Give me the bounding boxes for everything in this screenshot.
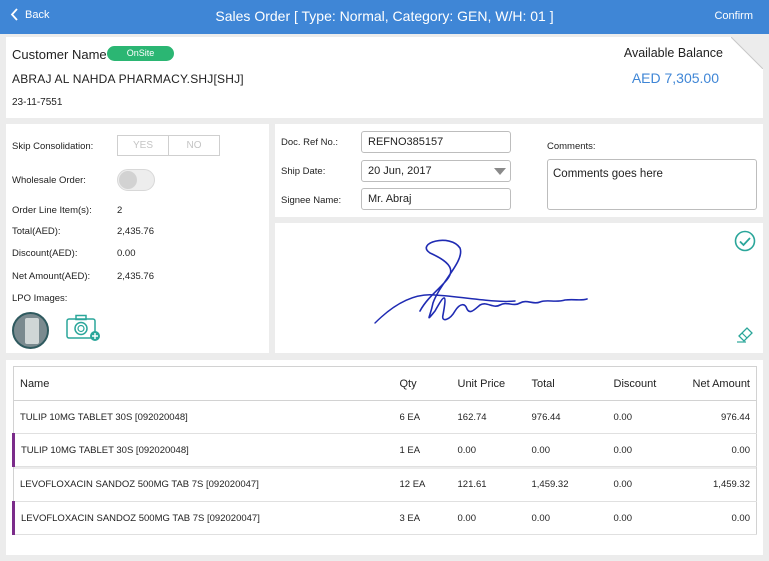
discount-label: Discount(AED): (12, 248, 78, 259)
skip-yes-option[interactable]: YES (118, 136, 168, 155)
row-unit-price: 121.61 (451, 468, 526, 502)
doc-ref-label: Doc. Ref No.: (281, 137, 339, 148)
ship-date-select[interactable]: 20 Jun, 2017 (361, 160, 511, 182)
signee-name-input[interactable]: Mr. Abraj (361, 188, 511, 210)
total-value: 2,435.76 (117, 226, 154, 237)
line-items-label: Order Line Item(s): (12, 205, 92, 216)
ship-date-label: Ship Date: (281, 166, 326, 177)
wholesale-order-label: Wholesale Order: (12, 175, 86, 186)
skip-no-option[interactable]: NO (168, 136, 219, 155)
row-unit-price: 0.00 (451, 501, 526, 535)
row-discount: 0.00 (607, 501, 682, 535)
ship-date-value: 20 Jun, 2017 (368, 165, 432, 177)
top-bar: Back Sales Order [ Type: Normal, Categor… (0, 0, 769, 34)
table-row[interactable]: TULIP 10MG TABLET 30S [092020048] 6 EA 1… (13, 400, 757, 434)
order-lines-table: Name Qty Unit Price Total Discount Net A… (12, 366, 757, 535)
row-total: 0.00 (525, 433, 608, 467)
net-amount-value: 2,435.76 (117, 271, 154, 282)
row-unit-price: 0.00 (451, 433, 526, 467)
table-row-free-goods[interactable]: LEVOFLOXACIN SANDOZ 500MG TAB 7S [092020… (12, 501, 757, 535)
row-discount: 0.00 (607, 400, 682, 434)
available-balance-value: AED 7,305.00 (631, 70, 719, 86)
col-name-header: Name (13, 366, 394, 401)
signature-drawing (374, 239, 588, 324)
row-discount: 0.00 (607, 468, 682, 502)
row-qty: 1 EA (393, 433, 452, 467)
row-total: 976.44 (525, 400, 608, 434)
eraser-icon[interactable] (735, 323, 755, 343)
skip-consolidation-toggle[interactable]: YES NO (117, 135, 220, 156)
row-name: LEVOFLOXACIN SANDOZ 500MG TAB 7S [092020… (13, 468, 394, 502)
row-total: 1,459.32 (525, 468, 608, 502)
customer-name: ABRAJ AL NAHDA PHARMACY.SHJ[SHJ] (12, 72, 244, 86)
onsite-badge: OnSite (107, 46, 174, 61)
doc-ref-input[interactable]: REFNO385157 (361, 131, 511, 153)
row-unit-price: 162.74 (451, 400, 526, 434)
table-header-row: Name Qty Unit Price Total Discount Net A… (13, 366, 757, 401)
row-qty: 3 EA (393, 501, 452, 535)
row-qty: 6 EA (393, 400, 452, 434)
col-total-header: Total (525, 366, 608, 401)
customer-code: 23-11-7551 (12, 97, 63, 108)
row-qty: 12 EA (393, 468, 452, 502)
row-net-amount: 976.44 (681, 400, 757, 434)
line-items-value: 2 (117, 205, 123, 216)
col-unit-price-header: Unit Price (451, 366, 526, 401)
wholesale-order-switch[interactable] (117, 169, 155, 191)
lpo-images-label: LPO Images: (12, 293, 68, 304)
add-photo-camera-icon[interactable] (66, 314, 102, 342)
lpo-image-thumbnail[interactable] (12, 312, 49, 349)
row-name: TULIP 10MG TABLET 30S [092020048] (12, 433, 394, 467)
net-amount-label: Net Amount(AED): (12, 271, 91, 282)
skip-consolidation-label: Skip Consolidation: (12, 141, 94, 152)
confirm-button[interactable]: Confirm (714, 10, 753, 22)
page-title: Sales Order [ Type: Normal, Category: GE… (215, 8, 554, 24)
row-net-amount: 1,459.32 (681, 468, 757, 502)
total-label: Total(AED): (12, 226, 61, 237)
order-summary-card: Skip Consolidation: YES NO Wholesale Ord… (6, 124, 269, 353)
document-details-card: Doc. Ref No.: REFNO385157 Ship Date: 20 … (275, 124, 763, 217)
check-circle-icon[interactable] (734, 230, 756, 252)
row-name: LEVOFLOXACIN SANDOZ 500MG TAB 7S [092020… (12, 501, 394, 535)
comments-label: Comments: (547, 141, 596, 152)
row-net-amount: 0.00 (681, 501, 757, 535)
table-row[interactable]: LEVOFLOXACIN SANDOZ 500MG TAB 7S [092020… (13, 468, 757, 502)
dropdown-arrow-icon (494, 168, 506, 175)
row-net-amount: 0.00 (681, 433, 757, 467)
customer-name-label: Customer Name (12, 47, 107, 62)
order-lines-card: Name Qty Unit Price Total Discount Net A… (6, 360, 763, 555)
row-total: 0.00 (525, 501, 608, 535)
col-net-amount-header: Net Amount (681, 366, 757, 401)
available-balance-label: Available Balance (623, 46, 723, 60)
col-qty-header: Qty (393, 366, 452, 401)
table-row-free-goods[interactable]: TULIP 10MG TABLET 30S [092020048] 1 EA 0… (12, 433, 757, 467)
page-fold-icon (731, 37, 763, 69)
row-discount: 0.00 (607, 433, 682, 467)
col-discount-header: Discount (607, 366, 682, 401)
signee-name-label: Signee Name: (281, 195, 342, 206)
row-name: TULIP 10MG TABLET 30S [092020048] (13, 400, 394, 434)
discount-value: 0.00 (117, 248, 136, 259)
signature-pad[interactable] (275, 223, 763, 353)
comments-textarea[interactable]: Comments goes here (547, 159, 757, 210)
customer-card: Customer Name OnSite ABRAJ AL NAHDA PHAR… (6, 37, 763, 118)
